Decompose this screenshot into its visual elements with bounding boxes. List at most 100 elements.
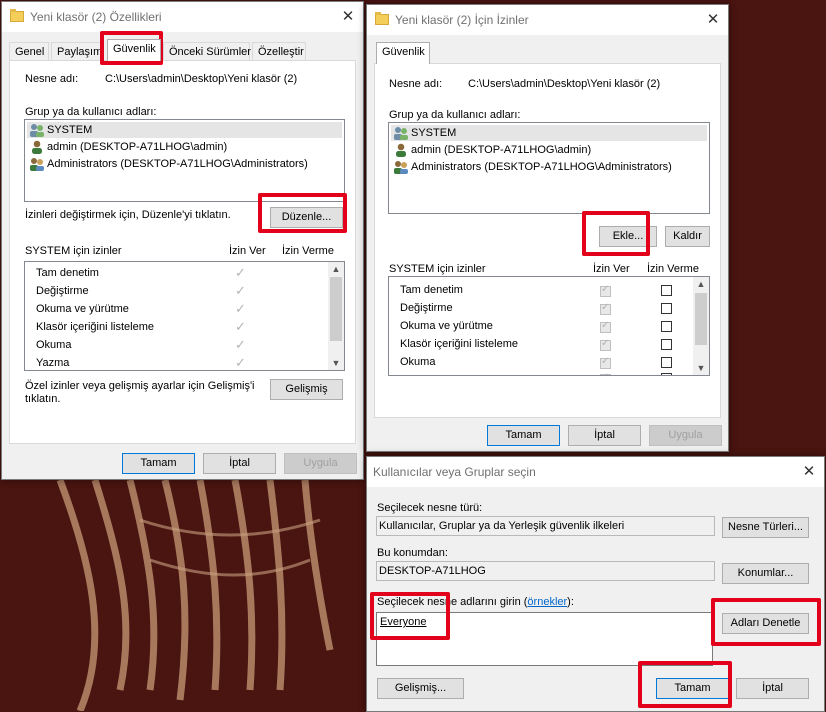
group-icon [30,158,44,172]
remove-button[interactable]: Kaldır [665,226,710,247]
cancel-button[interactable]: İptal [203,453,276,474]
permission-row: Değiştirme [400,302,453,314]
apply-button[interactable]: Uygula [649,425,722,446]
group-list-label: Grup ya da kullanıcı adları: [25,106,157,118]
advanced-instruction-2: tıklatın. [25,393,61,405]
title-bar: Yeni klasör (2) Özellikleri ✕ [2,2,363,32]
scrollbar[interactable]: ▲ ▼ [693,277,709,375]
close-icon[interactable]: ✕ [338,7,358,27]
deny-header: İzin Verme [282,245,334,257]
ok-button[interactable]: Tamam [487,425,560,446]
examples-link[interactable]: örnekler [527,596,567,608]
list-item[interactable]: Administrators (DESKTOP-A71LHOG\Administ… [393,159,672,175]
edit-button[interactable]: Düzenle... [270,207,343,228]
scroll-thumb[interactable] [695,293,707,345]
allow-checkbox[interactable] [600,338,611,351]
user-icon [396,143,406,158]
object-names-input[interactable]: Everyone [376,612,713,666]
enter-names-label: Seçilecek nesne adlarını girin (örnekler… [377,596,574,608]
allow-header: İzin Ver [229,245,266,257]
group-icon [30,124,44,138]
enter-names-text: Seçilecek nesne adlarını girin ( [377,596,528,608]
group-icon [394,161,408,175]
permissions-title: SYSTEM için izinler [25,245,122,257]
deny-header: İzin Verme [647,263,699,275]
close-icon[interactable]: ✕ [703,10,723,30]
cancel-button[interactable]: İptal [736,678,809,699]
window-title: Yeni klasör (2) İçin İzinler [395,13,529,27]
entered-name: Everyone [380,616,427,628]
window-title: Kullanıcılar veya Gruplar seçin [373,465,536,479]
folder-icon [375,12,389,25]
scrollbar[interactable]: ▲ ▼ [328,262,344,370]
tab-guvenlik[interactable]: Güvenlik [107,39,161,61]
checkmark-icon: ✓ [235,337,246,352]
deny-checkbox[interactable] [661,339,672,350]
users-listbox[interactable]: SYSTEM admin (DESKTOP-A71LHOG\admin) Adm… [388,122,710,214]
add-button[interactable]: Ekle... [599,226,657,247]
allow-checkbox[interactable] [600,284,611,297]
folder-icon [10,9,24,22]
permission-row: Okuma ve yürütme [36,303,129,315]
permission-row: Değiştirme [36,285,89,297]
scroll-up-icon[interactable]: ▲ [328,262,344,276]
advanced-button[interactable]: Gelişmiş [270,379,343,400]
permission-row: Okuma [36,339,72,351]
permission-row: Tam denetim [36,267,99,279]
ok-button[interactable]: Tamam [122,453,195,474]
list-item[interactable]: SYSTEM [391,125,707,141]
list-item[interactable]: SYSTEM [27,122,342,138]
allow-checkbox[interactable] [600,320,611,333]
permissions-list[interactable]: Tam denetim Değiştirme Okuma ve yürütme … [24,261,345,371]
tab-paylasim[interactable]: Paylaşım [51,42,103,60]
security-panel: Nesne adı: C:\Users\admin\Desktop\Yeni k… [374,63,721,418]
user-icon [32,140,42,155]
checkmark-icon: ✓ [235,355,246,370]
advanced-instruction-1: Özel izinler veya gelişmiş ayarlar için … [25,380,255,392]
object-types-button[interactable]: Nesne Türleri... [722,517,809,538]
deny-checkbox[interactable] [661,357,672,368]
scroll-down-icon[interactable]: ▼ [328,356,344,370]
locations-button[interactable]: Konumlar... [722,563,809,584]
check-names-button[interactable]: Adları Denetle [722,613,809,634]
allow-checkbox[interactable] [600,356,611,369]
list-item[interactable]: admin (DESKTOP-A71LHOG\admin) [29,139,227,155]
ok-button[interactable]: Tamam [656,678,729,699]
checkmark-icon: ✓ [235,265,246,280]
tab-guvenlik[interactable]: Güvenlik [376,42,430,64]
list-item[interactable]: admin (DESKTOP-A71LHOG\admin) [393,142,591,158]
list-item[interactable]: Administrators (DESKTOP-A71LHOG\Administ… [29,156,308,172]
apply-button[interactable]: Uygula [284,453,357,474]
permission-row: Klasör içeriğini listeleme [36,321,154,333]
checkmark-icon: ✓ [235,283,246,298]
tab-genel[interactable]: Genel [9,42,49,60]
select-users-window: Kullanıcılar veya Gruplar seçin ✕ Seçile… [366,456,825,712]
cancel-button[interactable]: İptal [568,425,641,446]
scroll-up-icon[interactable]: ▲ [693,277,709,291]
scroll-thumb[interactable] [330,277,342,341]
advanced-button[interactable]: Gelişmiş... [377,678,464,699]
window-title: Yeni klasör (2) Özellikleri [30,10,162,24]
deny-checkbox[interactable] [661,321,672,332]
object-name-value: C:\Users\admin\Desktop\Yeni klasör (2) [105,73,298,85]
checkmark-icon: ✓ [235,319,246,334]
permissions-list[interactable]: Tam denetim Değiştirme Okuma ve yürütme … [388,276,710,376]
scroll-down-icon[interactable]: ▼ [693,361,709,375]
deny-checkbox[interactable] [661,285,672,296]
deny-checkbox[interactable] [661,303,672,314]
group-list-label: Grup ya da kullanıcı adları: [389,109,521,121]
permissions-title: SYSTEM için izinler [389,263,486,275]
change-instruction: İzinleri değiştirmek için, Düzenle'yi tı… [25,209,231,221]
permission-row: Yazma [36,357,70,369]
group-icon [394,127,408,141]
close-icon[interactable]: ✕ [799,462,819,482]
tab-ozellestir[interactable]: Özelleştir [252,42,306,60]
allow-checkbox[interactable] [600,302,611,315]
checkmark-icon: ✓ [235,301,246,316]
allow-checkbox[interactable] [600,372,611,375]
deny-checkbox[interactable] [661,373,672,375]
users-listbox[interactable]: SYSTEM admin (DESKTOP-A71LHOG\admin) Adm… [24,119,345,202]
permission-row: Okuma ve yürütme [400,320,493,332]
tab-onceki-surumler[interactable]: Önceki Sürümler [163,42,251,60]
object-name-value: C:\Users\admin\Desktop\Yeni klasör (2) [468,78,661,90]
